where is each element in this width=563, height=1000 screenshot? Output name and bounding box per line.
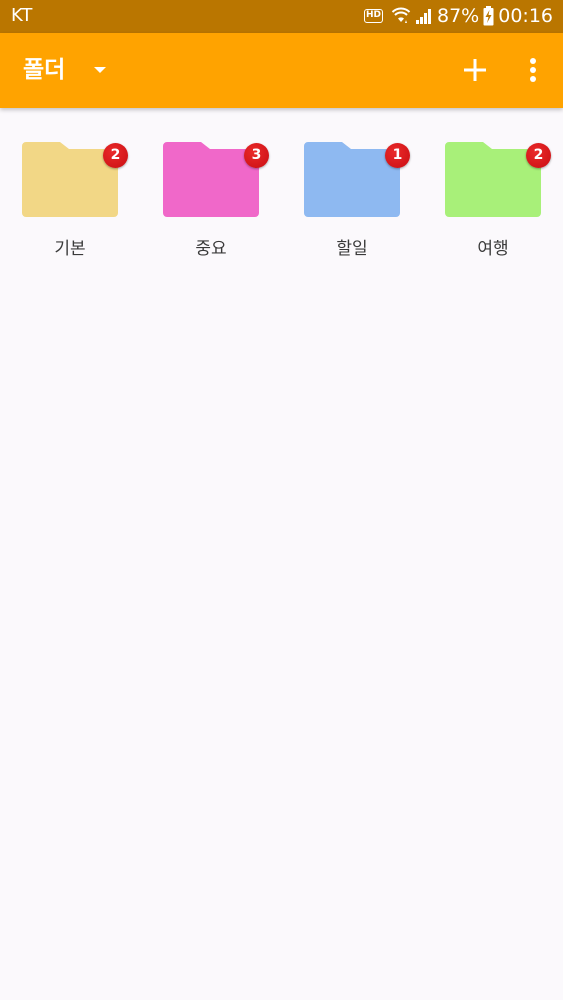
folder-label: 중요 [195, 239, 227, 259]
plus-icon [464, 59, 486, 81]
page-title[interactable]: 폴더 [23, 55, 65, 85]
folder-count-badge: 1 [385, 143, 410, 168]
battery-charging-icon [483, 6, 494, 26]
hd-voice-icon: HD [363, 9, 383, 23]
status-indicators: HD 87% 00:16 [363, 4, 553, 28]
app-bar: 폴더 [0, 33, 563, 108]
folder-label: 기본 [54, 239, 86, 259]
add-folder-button[interactable] [456, 51, 494, 89]
folder-item[interactable]: 2 기본 [22, 140, 142, 270]
folder-item[interactable]: 3 중요 [163, 140, 283, 270]
folder-label: 여행 [477, 239, 509, 259]
folder-label: 할일 [336, 239, 368, 259]
folder-item[interactable]: 1 할일 [304, 140, 424, 270]
folder-count-badge: 2 [103, 143, 128, 168]
dropdown-arrow-icon[interactable] [94, 67, 106, 73]
wifi-icon [391, 7, 411, 23]
status-bar: KT HD 87% 00:16 [0, 0, 563, 33]
clock: 00:16 [498, 5, 553, 27]
folder-count-badge: 2 [526, 143, 551, 168]
battery-percent: 87% [437, 5, 480, 27]
more-options-button[interactable] [517, 51, 549, 89]
folder-item[interactable]: 2 여행 [445, 140, 563, 270]
carrier-label: KT [11, 5, 33, 26]
more-vert-icon [530, 58, 536, 82]
folder-count-badge: 3 [244, 143, 269, 168]
signal-icon [416, 9, 431, 24]
